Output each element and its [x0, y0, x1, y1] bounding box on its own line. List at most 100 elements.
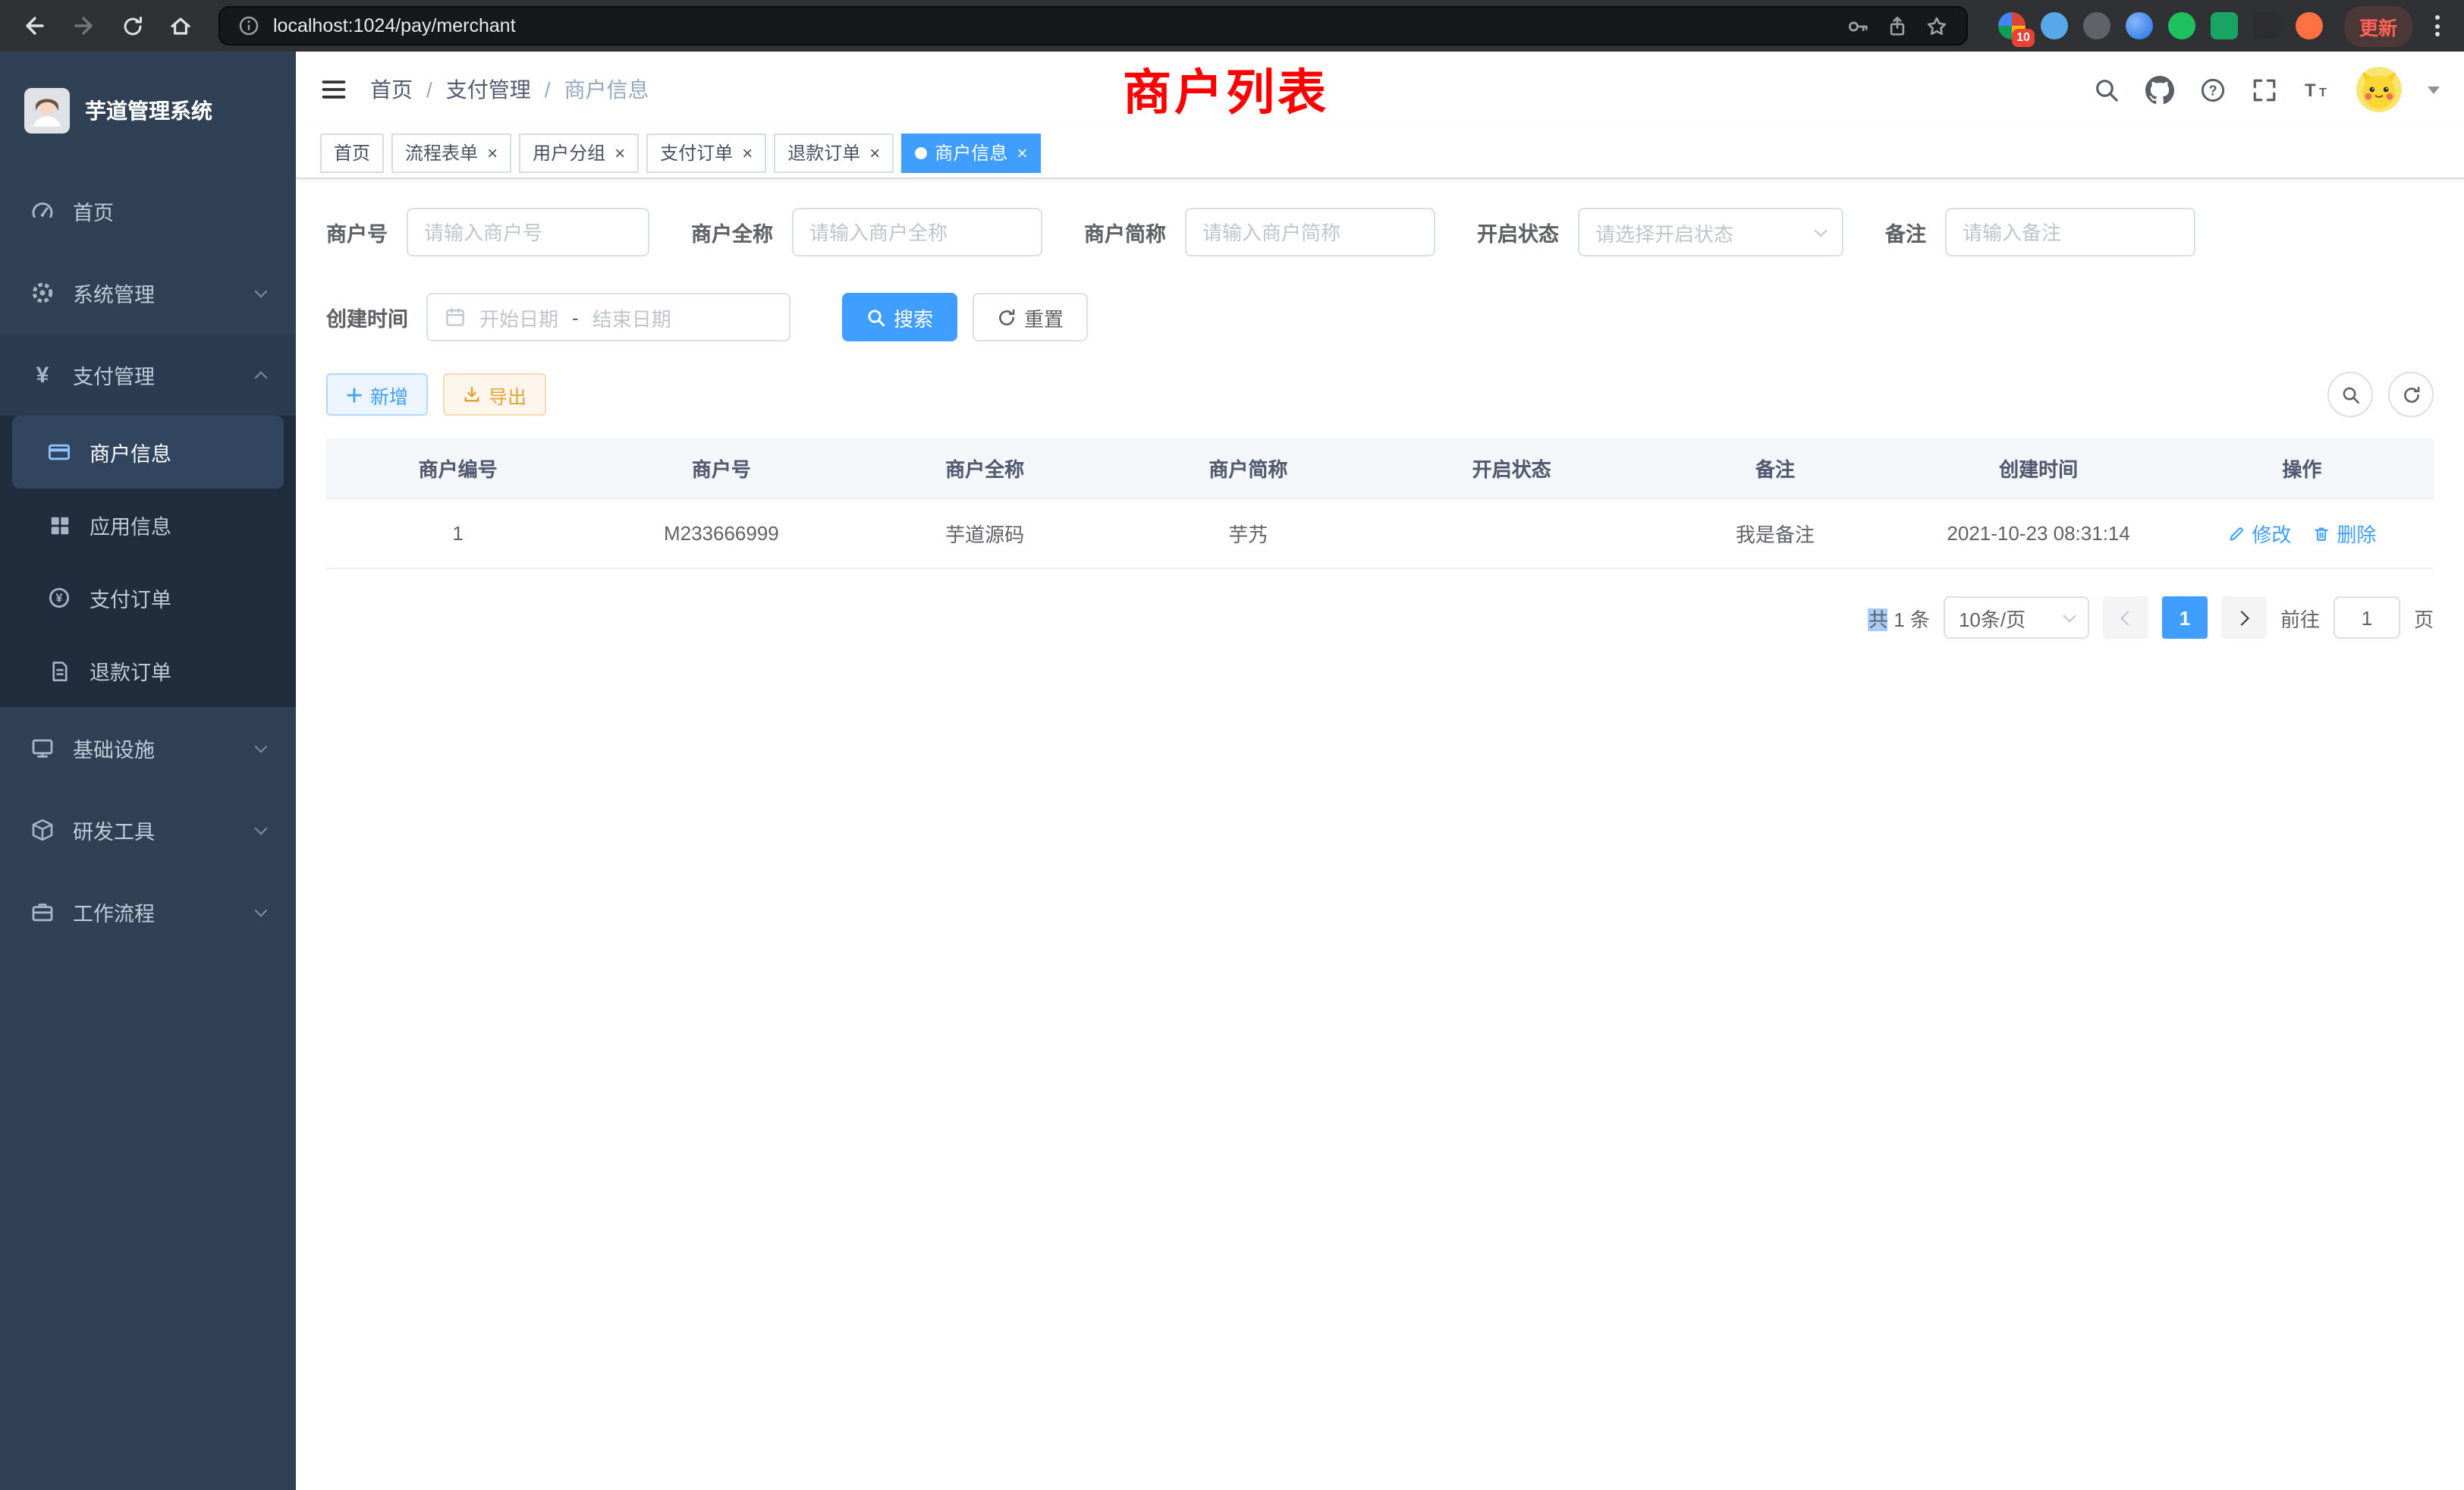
- merchant-short-name-input[interactable]: [1184, 208, 1435, 256]
- search-icon[interactable]: [2094, 77, 2120, 102]
- extension-icon[interactable]: [2253, 12, 2280, 39]
- extension-icon[interactable]: [2211, 12, 2238, 39]
- search-button[interactable]: 搜索: [842, 293, 957, 341]
- reset-button[interactable]: 重置: [973, 293, 1088, 341]
- merchant-no-input[interactable]: [406, 208, 649, 256]
- extension-icon[interactable]: 10: [1998, 12, 2026, 39]
- chevron-down-icon: [255, 284, 268, 297]
- extension-icon[interactable]: [2041, 12, 2068, 39]
- app-title: 芋道管理系统: [85, 96, 212, 126]
- goto-page-input[interactable]: [2334, 596, 2400, 639]
- share-icon[interactable]: [1886, 14, 1909, 37]
- bookmark-star-icon[interactable]: [1925, 14, 1948, 37]
- chevron-down-icon: [2063, 609, 2076, 622]
- font-size-icon[interactable]: TT: [2303, 77, 2330, 102]
- sidebar-item-dev-tools[interactable]: 研发工具: [0, 789, 296, 871]
- screen: localhost:1024/pay/merchant 10: [0, 0, 2464, 1490]
- close-tab-icon[interactable]: ×: [1017, 143, 1027, 162]
- cell-remark: 我是备注: [1643, 519, 1906, 548]
- merchant-name-input[interactable]: [791, 208, 1042, 256]
- sidebar-item-home[interactable]: 首页: [0, 170, 296, 252]
- active-tab-dot: [915, 146, 927, 159]
- grid-icon: [46, 514, 73, 536]
- delete-link[interactable]: 删除: [2312, 519, 2376, 548]
- edit-link[interactable]: 修改: [2227, 519, 2291, 548]
- pagination-total: 共 1 条: [1868, 603, 1930, 632]
- remark-input[interactable]: [1944, 208, 2195, 256]
- tab-refund-order[interactable]: 退款订单 ×: [774, 133, 894, 172]
- avatar-caret-icon[interactable]: [2428, 86, 2440, 93]
- create-time-label: 创建时间: [326, 302, 426, 332]
- extension-icon[interactable]: [2126, 12, 2153, 39]
- sidebar-item-infrastructure[interactable]: 基础设施: [0, 707, 296, 789]
- prev-page-button[interactable]: [2103, 596, 2148, 639]
- extension-icon[interactable]: [2168, 12, 2195, 39]
- chevron-down-icon: [1814, 224, 1827, 237]
- chevron-up-icon: [255, 371, 268, 384]
- sidebar-item-app-info[interactable]: 应用信息: [0, 489, 296, 561]
- sidebar: 芋道管理系统 首页 系统管理 ¥ 支付管理: [0, 52, 296, 1490]
- sidebar-item-label: 应用信息: [90, 510, 171, 540]
- tab-user-group[interactable]: 用户分组 ×: [519, 133, 639, 172]
- trash-icon: [2312, 524, 2330, 542]
- sidebar-item-pay-order[interactable]: ¥ 支付订单: [0, 561, 296, 634]
- forward-icon[interactable]: [64, 6, 103, 46]
- back-icon[interactable]: [15, 6, 55, 46]
- chevron-down-icon: [255, 822, 268, 835]
- tab-process-form[interactable]: 流程表单 ×: [391, 133, 511, 172]
- end-date-placeholder[interactable]: 结束日期: [592, 303, 671, 332]
- merchant-no-label: 商户号: [326, 217, 406, 247]
- add-button[interactable]: 新增: [326, 373, 428, 416]
- sidebar-item-payment[interactable]: ¥ 支付管理: [0, 334, 296, 416]
- app-navbar: 首页 / 支付管理 / 商户信息 ?: [296, 52, 2464, 127]
- app-logo[interactable]: 芋道管理系统: [0, 52, 296, 170]
- next-page-button[interactable]: [2221, 596, 2267, 639]
- refresh-table-button[interactable]: [2388, 372, 2434, 417]
- close-tab-icon[interactable]: ×: [742, 143, 753, 162]
- breadcrumb-payment[interactable]: 支付管理: [446, 74, 531, 105]
- site-info-icon[interactable]: [238, 15, 259, 36]
- page-number-button[interactable]: 1: [2162, 596, 2208, 639]
- goto-label: 前往: [2280, 603, 2320, 632]
- collapse-sidebar-icon[interactable]: [320, 76, 347, 103]
- tab-merchant-info[interactable]: 商户信息 ×: [901, 133, 1041, 172]
- github-icon[interactable]: [2145, 75, 2174, 104]
- refresh-icon: [997, 307, 1017, 327]
- sidebar-item-label: 支付管理: [73, 360, 155, 390]
- toggle-search-button[interactable]: [2327, 372, 2373, 417]
- page-size-select[interactable]: 10条/页: [1944, 596, 2089, 639]
- browser-update-button[interactable]: 更新: [2344, 5, 2412, 46]
- reload-icon[interactable]: [112, 6, 152, 46]
- status-label: 开启状态: [1477, 217, 1577, 247]
- sidebar-item-label: 系统管理: [73, 278, 155, 308]
- home-icon[interactable]: [161, 6, 200, 46]
- password-key-icon[interactable]: [1846, 14, 1869, 37]
- user-avatar[interactable]: [2356, 67, 2402, 112]
- export-button[interactable]: 导出: [443, 373, 546, 416]
- profile-avatar-icon[interactable]: [2296, 12, 2323, 39]
- tab-pay-order[interactable]: 支付订单 ×: [646, 133, 766, 172]
- table-header: 商户编号 商户号 商户全称 商户简称 开启状态 备注 创建时间 操作: [326, 439, 2434, 499]
- cell-merchant-short-name: 芋艿: [1117, 519, 1380, 548]
- monitor-icon: [29, 736, 56, 760]
- close-tab-icon[interactable]: ×: [869, 143, 880, 162]
- sidebar-item-workflow[interactable]: 工作流程: [0, 871, 296, 953]
- browser-menu-icon[interactable]: [2425, 15, 2449, 36]
- status-select[interactable]: 请选择开启状态: [1577, 208, 1843, 256]
- fullscreen-icon[interactable]: [2252, 77, 2277, 102]
- extension-icon[interactable]: [2083, 12, 2110, 39]
- sidebar-item-label: 商户信息: [90, 437, 171, 467]
- start-date-placeholder[interactable]: 开始日期: [479, 303, 558, 332]
- sidebar-item-refund-order[interactable]: 退款订单: [0, 634, 296, 707]
- help-icon[interactable]: ?: [2200, 77, 2226, 102]
- create-time-range-picker[interactable]: 开始日期 - 结束日期: [426, 293, 790, 341]
- sidebar-item-system[interactable]: 系统管理: [0, 252, 296, 334]
- tab-home[interactable]: 首页: [320, 133, 384, 172]
- breadcrumb-home[interactable]: 首页: [370, 74, 413, 105]
- url-bar[interactable]: localhost:1024/pay/merchant: [218, 6, 1968, 46]
- close-tab-icon[interactable]: ×: [487, 143, 498, 162]
- merchant-table: 商户编号 商户号 商户全称 商户简称 开启状态 备注 创建时间 操作 1 M23…: [326, 439, 2434, 569]
- sidebar-item-merchant-info[interactable]: 商户信息: [12, 416, 284, 489]
- download-icon: [463, 385, 481, 404]
- close-tab-icon[interactable]: ×: [614, 143, 625, 162]
